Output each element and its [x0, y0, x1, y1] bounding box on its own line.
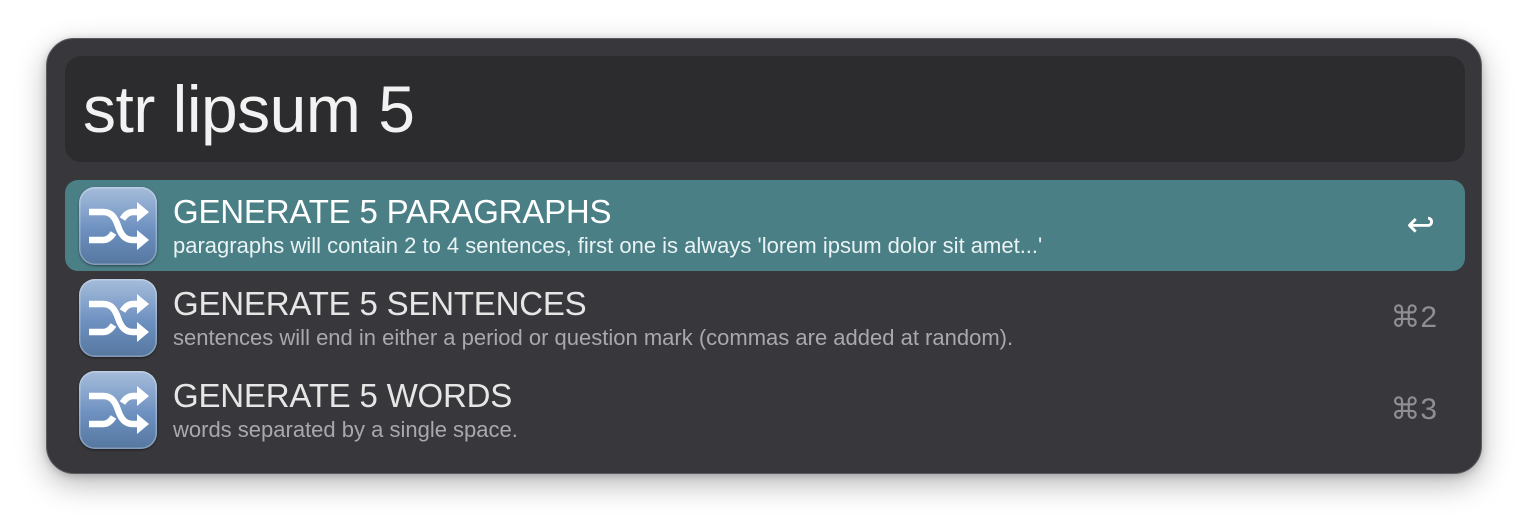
search-input[interactable]: str lipsum 5 [83, 56, 1443, 162]
result-item-sentences[interactable]: GENERATE 5 SENTENCES sentences will end … [65, 272, 1465, 363]
return-key-icon: ↩ [1406, 206, 1436, 244]
result-title: GENERATE 5 WORDS [173, 377, 513, 414]
launcher-window: str lipsum 5 GENERATE 5 PARAGRAPHS parag… [46, 38, 1482, 474]
shuffle-icon [79, 371, 157, 449]
search-bar[interactable]: str lipsum 5 [65, 56, 1465, 162]
result-title: GENERATE 5 SENTENCES [173, 285, 587, 322]
result-subtitle: paragraphs will contain 2 to 4 sentences… [173, 233, 1043, 258]
shortcut-label: ⌘3 [1390, 393, 1437, 426]
result-subtitle: sentences will end in either a period or… [173, 325, 1014, 350]
shortcut-label: ⌘2 [1390, 301, 1437, 334]
result-subtitle: words separated by a single space. [173, 417, 518, 442]
result-item-paragraphs[interactable]: GENERATE 5 PARAGRAPHS paragraphs will co… [65, 180, 1465, 271]
shuffle-icon [79, 187, 157, 265]
result-title: GENERATE 5 PARAGRAPHS [173, 193, 612, 230]
result-item-words[interactable]: GENERATE 5 WORDS words separated by a si… [65, 364, 1465, 455]
shuffle-icon [79, 279, 157, 357]
